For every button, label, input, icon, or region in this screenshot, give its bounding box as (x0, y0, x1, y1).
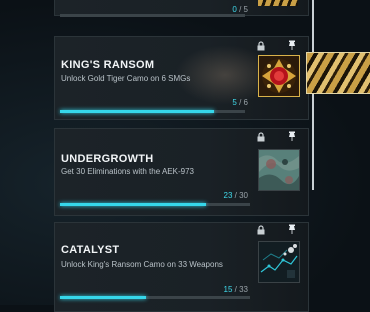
progress-bar (60, 296, 250, 299)
challenge-card-catalyst[interactable]: CATALYST Unlock King's Ransom Camo on 33… (54, 222, 309, 312)
scrollbar[interactable] (312, 0, 314, 190)
progress-text: 15 / 33 (223, 285, 248, 294)
challenge-card-undergrowth[interactable]: UNDERGROWTH Get 30 Eliminations with the… (54, 128, 309, 216)
progress-bar (60, 110, 245, 113)
camo-thumbnail (258, 0, 298, 6)
challenge-description: Unlock Gold Tiger Camo on 6 SMGs (61, 74, 191, 83)
progress-bar-fill (60, 203, 206, 206)
red-gem-ornament-icon (258, 55, 300, 97)
progress-bar-fill (60, 110, 215, 113)
progress-bar (60, 14, 245, 17)
lock-icon (257, 225, 265, 235)
progress-text: 23 / 30 (223, 191, 248, 200)
progress-bar-fill (60, 296, 147, 299)
challenge-title: KING'S RANSOM (61, 59, 155, 71)
pin-icon[interactable] (287, 40, 297, 50)
gold-tiger-camo-preview (306, 52, 370, 94)
challenge-description: Get 30 Eliminations with the AEK-973 (61, 167, 194, 176)
challenge-description: Unlock King's Ransom Camo on 33 Weapons (61, 260, 223, 269)
pin-icon[interactable] (287, 224, 297, 234)
cyber-circuit-icon (258, 241, 300, 283)
lock-icon (257, 132, 265, 142)
challenge-card-kings-ransom[interactable]: KING'S RANSOM Unlock Gold Tiger Camo on … (54, 36, 309, 120)
progress-text: 5 / 6 (232, 98, 248, 107)
lock-icon (257, 41, 265, 51)
challenge-title: CATALYST (61, 244, 120, 256)
progress-text: 0 / 5 (232, 5, 248, 14)
camo-pattern-icon (258, 149, 300, 191)
pin-icon[interactable] (287, 131, 297, 141)
challenge-title: UNDERGROWTH (61, 153, 154, 165)
progress-bar (60, 203, 250, 206)
